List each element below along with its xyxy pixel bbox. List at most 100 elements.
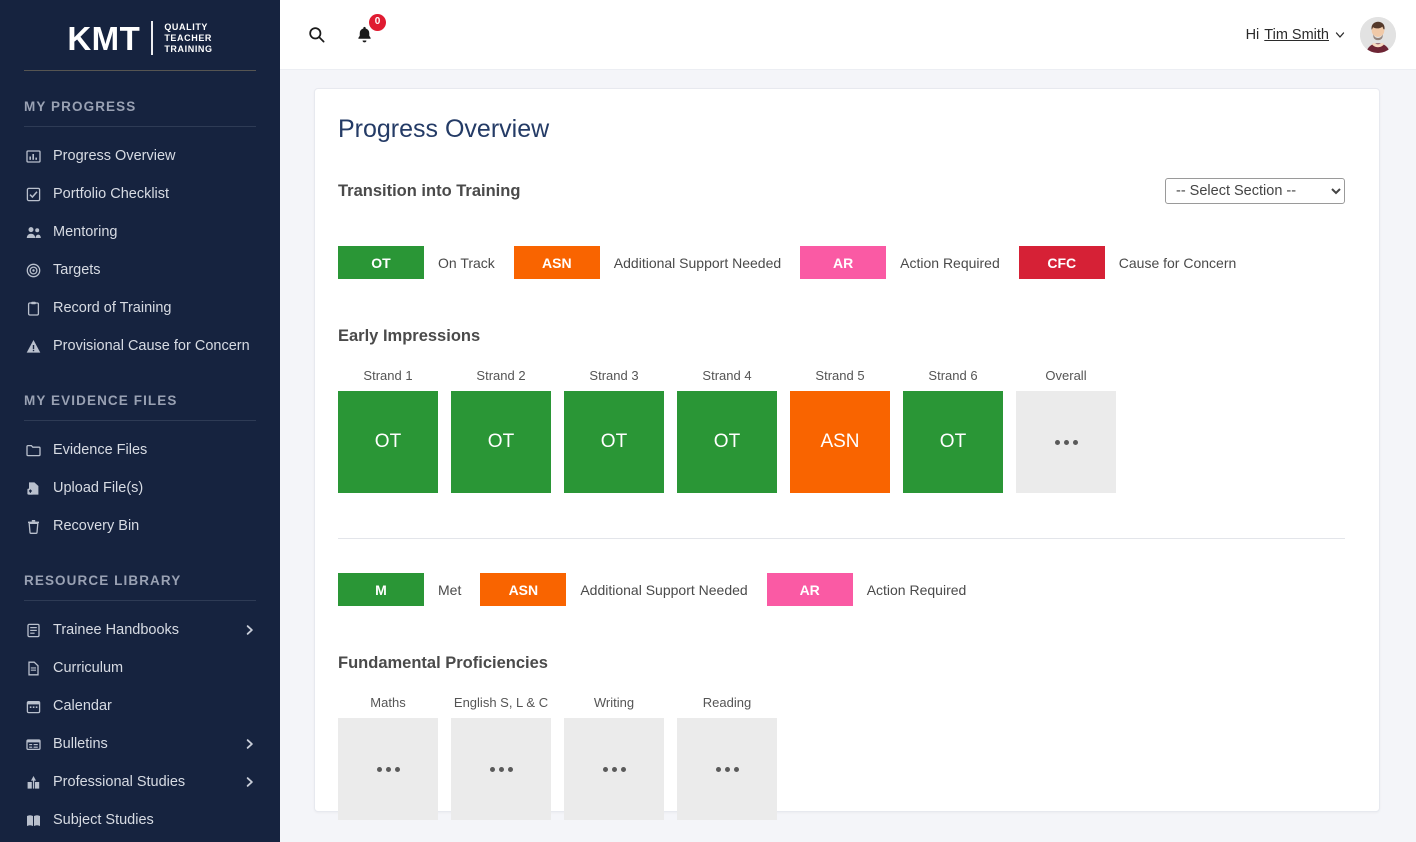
tile-label: English S, L & C xyxy=(453,695,549,710)
status-tile-reading[interactable] xyxy=(677,718,777,820)
progress-overview-card: Progress Overview Transition into Traini… xyxy=(314,88,1380,820)
tile-label: Strand 2 xyxy=(476,368,526,383)
legend-label: Additional Support Needed xyxy=(580,581,748,598)
chalkboard-icon xyxy=(24,773,42,791)
sidebar-item-label: Progress Overview xyxy=(53,148,176,164)
sidebar-item-upload-file-s[interactable]: Upload File(s) xyxy=(0,469,280,507)
chevron-right-icon xyxy=(244,739,255,750)
section-header-row: Transition into Training -- Select Secti… xyxy=(338,178,1345,204)
legend-top: OT On Track ASN Additional Support Needed AR… xyxy=(338,246,1345,279)
sidebar-section-rule xyxy=(24,126,256,127)
sidebar-item-provisional-cause-for-concern[interactable]: Provisional Cause for Concern xyxy=(0,327,280,365)
sidebar: KMT QUALITY TEACHER TRAINING MY PROGRESS… xyxy=(0,0,280,842)
sidebar-item-label: Targets xyxy=(53,262,101,278)
status-tile-strand-5[interactable]: ASN xyxy=(790,391,890,493)
greeting-prefix: Hi xyxy=(1245,26,1260,43)
user-menu[interactable]: Hi Tim Smith xyxy=(1246,27,1346,43)
sidebar-item-record-of-training[interactable]: Record of Training xyxy=(0,289,280,327)
sidebar-section-rule xyxy=(24,420,256,421)
status-tile-value: OT xyxy=(487,431,515,452)
status-tile-strand-4[interactable]: OT xyxy=(677,391,777,493)
status-tile-value: ASN xyxy=(820,431,860,452)
sidebar-item-calendar[interactable]: Calendar xyxy=(0,687,280,725)
legend-item: AR Action Required xyxy=(766,573,986,606)
sidebar-item-label: Provisional Cause for Concern xyxy=(53,338,250,354)
avatar-image xyxy=(1360,16,1396,53)
fundamental-proficiencies-heading: Fundamental Proficiencies xyxy=(338,654,548,672)
legend-code-asn: ASN xyxy=(480,573,567,606)
sidebar-item-subject-studies[interactable]: Subject Studies xyxy=(0,801,280,839)
section-select[interactable]: -- Select Section -- xyxy=(1165,178,1345,204)
tile-label: Reading xyxy=(702,695,752,710)
logo-divider xyxy=(151,21,154,55)
user-name: Tim Smith xyxy=(1264,26,1329,43)
sidebar-item-label: Recovery Bin xyxy=(53,518,140,534)
top-bar: 0 Hi Tim Smith xyxy=(280,0,1416,70)
status-tile-strand-6[interactable]: OT xyxy=(903,391,1003,493)
ellipsis-icon xyxy=(1054,439,1078,445)
users-icon xyxy=(24,223,42,241)
tile-label: Strand 5 xyxy=(815,368,865,383)
status-tile-strand-1[interactable]: OT xyxy=(338,391,438,493)
legend-bottom: M Met ASN Additional Support Needed AR Action… xyxy=(338,573,1345,606)
sidebar-item-portfolio-checklist[interactable]: Portfolio Checklist xyxy=(0,175,280,213)
sidebar-item-label: Portfolio Checklist xyxy=(53,186,170,202)
chevron-down-icon xyxy=(1334,29,1346,41)
legend-code-m: M xyxy=(338,573,424,606)
ellipsis-icon xyxy=(376,766,400,772)
notification-count-badge: 0 xyxy=(369,13,386,31)
tile-column: Strand 1 OT xyxy=(338,368,438,493)
early-impressions-tiles: Strand 1 OT Strand 2 OT Strand 3 OT Strand 4 OT… xyxy=(338,368,1345,493)
tile-column: Strand 3 OT xyxy=(564,368,664,493)
legend-label: Action Required xyxy=(866,581,967,598)
legend-item: AR Action Required xyxy=(800,246,1019,279)
sidebar-item-curriculum[interactable]: Curriculum xyxy=(0,649,280,687)
early-impressions-heading: Early Impressions xyxy=(338,327,481,345)
ellipsis-icon xyxy=(489,766,513,772)
file-upload-icon xyxy=(24,479,42,497)
sidebar-item-bulletins[interactable]: Bulletins xyxy=(0,725,280,763)
sidebar-item-professional-studies[interactable]: Professional Studies xyxy=(0,763,280,801)
search-icon xyxy=(307,25,326,44)
tile-column: Maths xyxy=(338,695,438,820)
sidebar-item-progress-overview[interactable]: Progress Overview xyxy=(0,137,280,175)
avatar[interactable] xyxy=(1360,16,1396,53)
tile-label: Strand 3 xyxy=(589,368,639,383)
logo-text: KMT xyxy=(67,19,141,57)
sidebar-item-label: Professional Studies xyxy=(53,774,186,790)
sidebar-item-mentoring[interactable]: Mentoring xyxy=(0,213,280,251)
status-tile-writing[interactable] xyxy=(564,718,664,820)
tile-label: Writing xyxy=(593,695,635,710)
target-icon xyxy=(24,261,42,279)
status-tile-strand-3[interactable]: OT xyxy=(564,391,664,493)
logo-subtext: QUALITY TEACHER TRAINING xyxy=(164,22,212,55)
status-tile-overall[interactable] xyxy=(1016,391,1116,493)
sidebar-item-targets[interactable]: Targets xyxy=(0,251,280,289)
legend-item: M Met xyxy=(338,573,480,606)
status-tile-maths[interactable] xyxy=(338,718,438,820)
legend-label: Met xyxy=(438,581,462,598)
tile-label: Strand 1 xyxy=(363,368,413,383)
status-tile-value: OT xyxy=(374,431,402,452)
app-root: KMT QUALITY TEACHER TRAINING MY PROGRESS… xyxy=(0,0,1416,842)
bar-chart-icon xyxy=(24,147,42,165)
legend-item: ASN Additional Support Needed xyxy=(480,573,766,606)
page-title: Progress Overview xyxy=(338,115,550,143)
main-area: 0 Hi Tim Smith Progress Overview Transit… xyxy=(280,0,1416,842)
sidebar-item-evidence-files[interactable]: Evidence Files xyxy=(0,431,280,469)
book-list-icon xyxy=(24,621,42,639)
tile-column: English S, L & C xyxy=(451,695,551,820)
legend-item: CFC Cause for Concern xyxy=(1018,246,1256,279)
legend-code-asn: ASN xyxy=(513,246,600,279)
notifications-button[interactable]: 0 xyxy=(350,13,386,49)
status-tile-strand-2[interactable]: OT xyxy=(451,391,551,493)
logo[interactable]: KMT QUALITY TEACHER TRAINING xyxy=(0,0,280,70)
tile-column: Overall xyxy=(1016,368,1116,493)
status-tile-english-s-l-c[interactable] xyxy=(451,718,551,820)
sidebar-item-recovery-bin[interactable]: Recovery Bin xyxy=(0,507,280,545)
search-button[interactable] xyxy=(302,21,330,49)
legend-item: ASN Additional Support Needed xyxy=(513,246,800,279)
tile-column: Strand 6 OT xyxy=(903,368,1003,493)
sidebar-item-trainee-handbooks[interactable]: Trainee Handbooks xyxy=(0,611,280,649)
legend-label: On Track xyxy=(438,254,495,271)
